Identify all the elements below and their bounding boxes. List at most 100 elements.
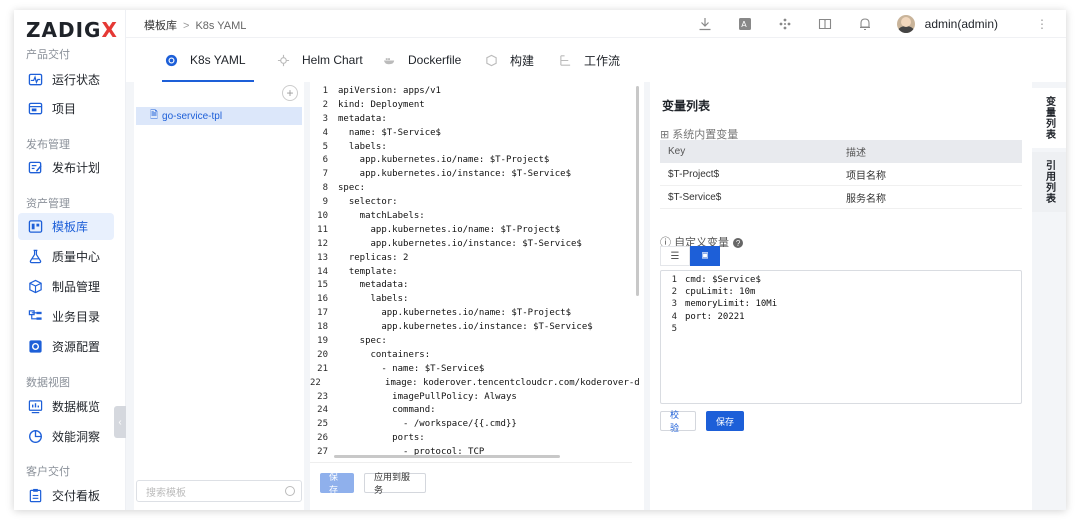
line-number: 26 bbox=[317, 433, 328, 444]
save-variables-button[interactable]: 保存 bbox=[706, 411, 744, 431]
sidebar-item-efficiency-insight[interactable]: 效能洞察 bbox=[18, 423, 114, 450]
more-icon[interactable]: ⋮ bbox=[1036, 17, 1048, 31]
list-icon: ☰ bbox=[670, 250, 680, 262]
avatar[interactable] bbox=[896, 15, 915, 33]
tab-label: K8s YAML bbox=[190, 53, 246, 67]
tab-build[interactable]: 构建 bbox=[484, 50, 534, 70]
code-line: 4 name: $T-Service$ bbox=[310, 127, 640, 141]
line-number: 10 bbox=[317, 211, 328, 222]
template-list-panel: + 🗎 go-service-tpl 搜索模板 bbox=[134, 82, 304, 510]
sidebar-item-data-overview[interactable]: 数据概览 bbox=[18, 393, 114, 420]
line-number: 27 bbox=[317, 447, 328, 458]
download-icon[interactable] bbox=[697, 16, 713, 32]
code-text: imagePullPolicy: Always bbox=[338, 391, 517, 402]
code-text: - name: $T-Service$ bbox=[338, 363, 485, 374]
sidebar-item-artifact-management[interactable]: 制品管理 bbox=[18, 273, 114, 300]
nav-group-product-delivery: 产品交付 bbox=[26, 49, 70, 61]
line-number: 1 bbox=[322, 86, 328, 96]
code-text: labels: bbox=[338, 294, 409, 305]
editor-horizontal-scrollbar[interactable] bbox=[334, 455, 560, 458]
yaml-code-editor[interactable]: 1 apiVersion: apps/v1 2 kind: Deployment 3 me… bbox=[310, 85, 640, 459]
line-number: 5 bbox=[322, 141, 328, 152]
add-template-button[interactable]: + bbox=[282, 85, 298, 101]
template-list-item[interactable]: 🗎 go-service-tpl bbox=[136, 107, 302, 125]
line-number: 17 bbox=[317, 308, 328, 319]
plus-icon: + bbox=[286, 86, 294, 100]
workflow-icon bbox=[558, 53, 572, 67]
code-text: app.kubernetes.io/instance: $T-Service$ bbox=[338, 238, 582, 249]
line-number: 3 bbox=[322, 113, 328, 124]
code-text: kind: Deployment bbox=[338, 99, 425, 110]
code-view-toggle[interactable]: ▣ bbox=[690, 246, 720, 266]
sidebar-item-project[interactable]: 项目 bbox=[18, 95, 114, 122]
editor-vertical-scrollbar[interactable] bbox=[636, 86, 639, 296]
sidebar-item-release-plan[interactable]: 发布计划 bbox=[18, 154, 114, 181]
plugin-icon[interactable] bbox=[777, 16, 793, 32]
sidebar-item-business-catalog[interactable]: 业务目录 bbox=[18, 303, 114, 330]
sidebar-item-label: 运行状态 bbox=[52, 73, 101, 87]
help-icon[interactable]: ? bbox=[733, 238, 744, 249]
line-number: 4 bbox=[322, 127, 328, 138]
system-variables-header: Key 描述 bbox=[660, 140, 1022, 163]
yaml-editor-panel: 1 apiVersion: apps/v1 2 kind: Deployment 3 me… bbox=[310, 82, 644, 510]
code-text: ports: bbox=[338, 433, 425, 444]
docs-icon[interactable] bbox=[817, 16, 833, 32]
sidebar-item-template-library[interactable]: 模板库 bbox=[18, 213, 114, 240]
tab-variable-list[interactable]: 变量列表 bbox=[1032, 88, 1066, 148]
code-line: 12 app.kubernetes.io/instance: $T-Servic… bbox=[310, 238, 640, 252]
bell-icon[interactable] bbox=[857, 16, 873, 32]
sidebar-collapse-toggle[interactable]: ‹ bbox=[114, 406, 126, 438]
sidebar: ZADIGX 产品交付 运行状态 项目 发布管理 发布计划 资产管理 模板库 质… bbox=[14, 10, 126, 510]
sidebar-item-label: 数据概览 bbox=[52, 400, 101, 414]
column-header-desc: 描述 bbox=[846, 148, 866, 159]
tab-workflow[interactable]: 工作流 bbox=[558, 50, 620, 70]
top-actions: A admin(admin) ⋮ bbox=[697, 10, 1066, 38]
template-name: go-service-tpl bbox=[162, 110, 223, 122]
sidebar-item-label: 资源配置 bbox=[52, 340, 101, 354]
tab-label: Helm Chart bbox=[302, 53, 363, 67]
template-search-input[interactable]: 搜索模板 bbox=[136, 480, 302, 502]
code-text: app.kubernetes.io/instance: $T-Service$ bbox=[338, 322, 593, 333]
tab-reference-list[interactable]: 引用列表 bbox=[1032, 152, 1066, 212]
sidebar-item-quality-center[interactable]: 质量中心 bbox=[18, 243, 114, 270]
save-template-button[interactable]: 保存 bbox=[320, 472, 354, 495]
custom-variables-editor[interactable]: 1 cmd: $Service$ 2 cpuLimit: 10m 3 memoryLimi… bbox=[660, 270, 1022, 404]
code-line: 1 cmd: $Service$ bbox=[661, 274, 1021, 286]
line-number: 7 bbox=[322, 169, 328, 180]
code-line: 2 kind: Deployment bbox=[310, 99, 640, 113]
svg-text:A: A bbox=[741, 20, 747, 29]
code-text: apiVersion: apps/v1 bbox=[338, 86, 441, 96]
line-number: 13 bbox=[317, 252, 328, 263]
tab-k8s-yaml[interactable]: K8s YAML bbox=[164, 50, 246, 70]
code-text: template: bbox=[338, 266, 398, 277]
logo[interactable]: ZADIGX bbox=[26, 18, 118, 42]
sidebar-item-delivery-board[interactable]: 交付看板 bbox=[18, 482, 114, 509]
code-text: selector: bbox=[338, 197, 398, 208]
user-name[interactable]: admin(admin) bbox=[925, 17, 998, 31]
code-text: spec: bbox=[338, 183, 366, 194]
validate-button[interactable]: 校验 bbox=[660, 410, 696, 433]
chevron-left-icon: ‹ bbox=[118, 416, 122, 428]
sidebar-item-run-status[interactable]: 运行状态 bbox=[18, 66, 114, 93]
build-icon bbox=[484, 53, 498, 67]
search-icon bbox=[285, 486, 295, 496]
app-window: ZADIGX 产品交付 运行状态 项目 发布管理 发布计划 资产管理 模板库 质… bbox=[14, 10, 1066, 510]
code-text: - /workspace/{{.cmd}} bbox=[338, 419, 517, 430]
sidebar-item-label: 交付看板 bbox=[52, 489, 101, 503]
chart-icon bbox=[27, 399, 43, 415]
sidebar-item-label: 制品管理 bbox=[52, 280, 101, 294]
apply-to-service-button[interactable]: 应用到服务 bbox=[364, 472, 426, 495]
tab-dockerfile[interactable]: Dockerfile bbox=[382, 50, 461, 70]
line-number: 25 bbox=[317, 419, 328, 430]
breadcrumb-root[interactable]: 模板库 bbox=[144, 20, 177, 32]
tab-helm-chart[interactable]: Helm Chart bbox=[276, 50, 363, 70]
sidebar-item-resource-config[interactable]: 资源配置 bbox=[18, 333, 114, 360]
code-text: app.kubernetes.io/name: $T-Project$ bbox=[338, 224, 561, 235]
list-view-toggle[interactable]: ☰ bbox=[660, 246, 690, 266]
code-line: 22 image: koderover.tencentcloudcr.com/k… bbox=[310, 377, 640, 391]
code-text: name: $T-Service$ bbox=[338, 127, 441, 138]
code-line: 1 apiVersion: apps/v1 bbox=[310, 85, 640, 99]
code-line: 13 replicas: 2 bbox=[310, 252, 640, 266]
translate-icon[interactable]: A bbox=[737, 16, 753, 32]
code-line: 20 containers: bbox=[310, 349, 640, 363]
